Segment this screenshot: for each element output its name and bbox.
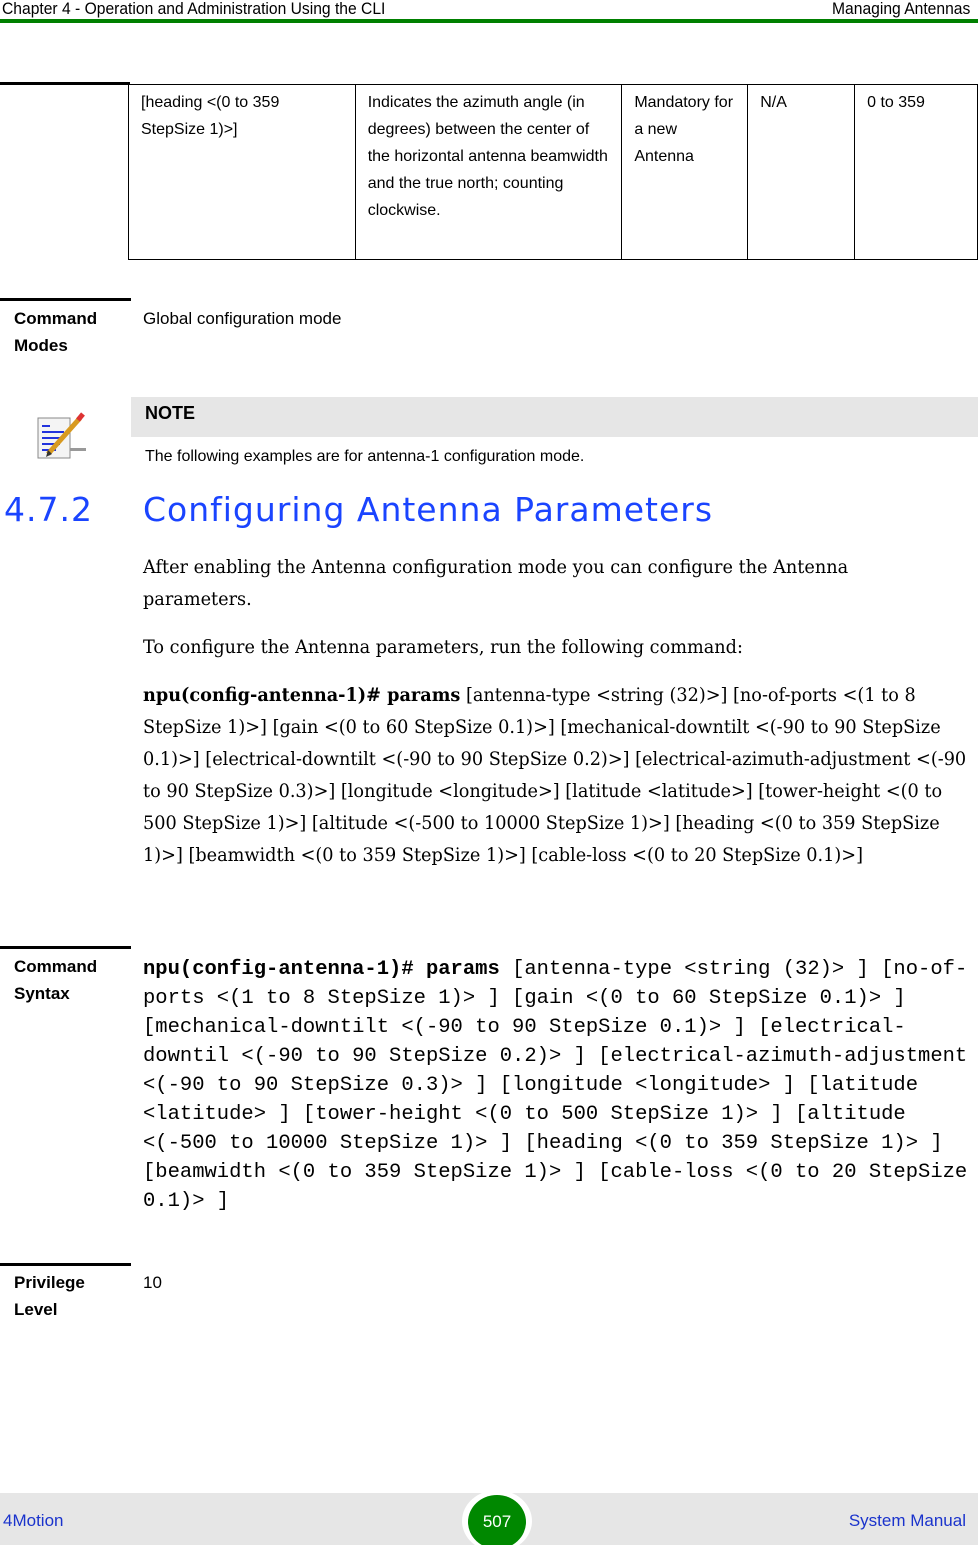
section-number: 4.7.2 (4, 490, 93, 529)
command-paragraph: npu(config-antenna-1)# params [antenna-t… (143, 679, 971, 871)
section-title: Configuring Antenna Parameters (143, 490, 714, 529)
possible-values-cell: 0 to 359 (854, 84, 978, 260)
table-row: [heading <(0 to 359 StepSize 1)>] Indica… (128, 84, 978, 260)
command-syntax-rule (0, 946, 131, 949)
command-modes-rule (0, 298, 131, 301)
instruction-paragraph: To configure the Antenna parameters, run… (143, 636, 743, 658)
command-syntax-label: Command Syntax (14, 957, 98, 1003)
note-pencil-icon (37, 412, 86, 459)
note-title: NOTE (145, 403, 196, 423)
description-cell: Indicates the azimuth angle (in degrees)… (354, 84, 623, 260)
syntax-prompt: npu(config-antenna-1)# params (143, 958, 500, 981)
section-name: Managing Antennas (831, 0, 970, 18)
command-syntax-code: npu(config-antenna-1)# params [antenna-t… (143, 955, 973, 1216)
presence-cell: Mandatory for a new Antenna (621, 84, 749, 260)
command-modes-label: Command Modes (14, 309, 98, 355)
privilege-level-label: Privilege Level (14, 1273, 85, 1319)
table-rule (0, 82, 130, 85)
chapter-title: Chapter 4 - Operation and Administration… (2, 0, 386, 18)
param-cell: [heading <(0 to 359 StepSize 1)>] (128, 84, 356, 260)
note-header: NOTE (131, 397, 978, 437)
intro-paragraph: After enabling the Antenna configuration… (143, 556, 849, 610)
privilege-level-rule (0, 1263, 131, 1266)
command-prompt: npu(config-antenna-1)# params (143, 684, 461, 706)
page-number: 507 (468, 1495, 526, 1545)
product-name: 4Motion (3, 1511, 64, 1530)
note-text: The following examples are for antenna-1… (145, 448, 585, 465)
page-number-badge: 507 (462, 1490, 532, 1545)
section-heading: 4.7.2 Configuring Antenna Parameters (4, 490, 713, 529)
manual-name: System Manual (848, 1511, 966, 1530)
header-rule (0, 19, 978, 23)
command-args: [antenna-type <string (32)>] [no-of-port… (143, 684, 967, 866)
syntax-args: [antenna-type <string (32)> ] [no-of-por… (143, 958, 968, 1213)
default-cell: N/A (747, 84, 856, 260)
privilege-level-value: 10 (143, 1273, 162, 1292)
parameter-table: [heading <(0 to 359 StepSize 1)>] Indica… (128, 84, 978, 260)
command-modes-value: Global configuration mode (143, 309, 342, 328)
